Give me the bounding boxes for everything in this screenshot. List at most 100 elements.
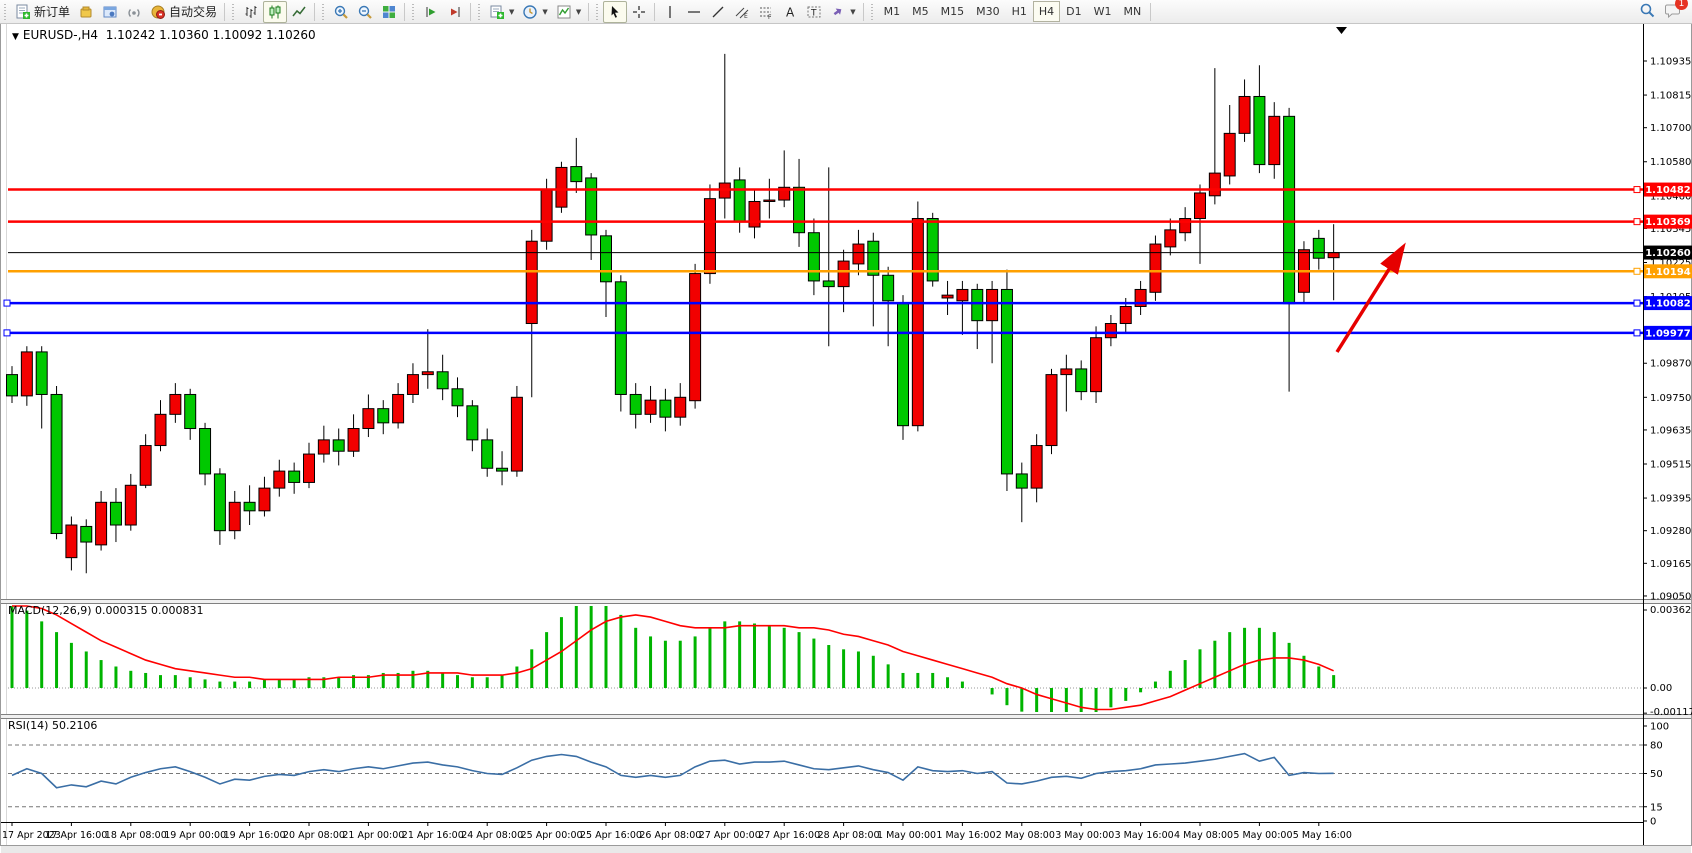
candle-body <box>1313 238 1324 258</box>
candle-body <box>957 289 968 300</box>
candle-body <box>244 502 255 511</box>
candlestick-button[interactable] <box>263 1 287 23</box>
timeframe-w1-button[interactable]: W1 <box>1088 1 1118 22</box>
line-handle[interactable] <box>1634 300 1640 306</box>
crosshair-icon <box>631 4 647 20</box>
line-handle[interactable] <box>1634 187 1640 193</box>
timeframe-h1-button[interactable]: H1 <box>1006 1 1033 22</box>
chevron-down-icon[interactable]: ▼ <box>509 8 514 16</box>
market-watch-button[interactable] <box>74 1 98 23</box>
zoom-in-button[interactable] <box>329 1 353 23</box>
bar-chart-button[interactable] <box>239 1 263 23</box>
chart-shift-button[interactable] <box>443 1 467 23</box>
candle-body <box>1016 474 1027 488</box>
vertical-line-button[interactable] <box>658 1 682 23</box>
tile-windows-button[interactable] <box>377 1 401 23</box>
trendline-button[interactable] <box>706 1 730 23</box>
toolbar-separator <box>470 3 471 21</box>
application-window: { "toolbar": { "groups": [ {"items": [ {… <box>0 0 1692 853</box>
timeframe-m30-button[interactable]: M30 <box>970 1 1006 22</box>
candle-body <box>140 446 151 486</box>
candle-body <box>942 295 953 298</box>
time-axis-label: 18 Apr 08:00 <box>105 830 167 841</box>
template-button[interactable]: ▼ <box>552 1 585 23</box>
price-tick-label: 1.09280 <box>1650 526 1691 537</box>
chevron-down-icon[interactable]: ▼ <box>542 8 547 16</box>
signal-icon <box>126 4 142 20</box>
line-handle[interactable] <box>1634 219 1640 225</box>
text-label-button[interactable]: T <box>802 1 826 23</box>
chevron-down-icon[interactable]: ▼ <box>850 8 855 16</box>
timeframe-mn-button[interactable]: MN <box>1118 1 1148 22</box>
candle-body <box>1150 244 1161 292</box>
candle-body <box>497 468 508 471</box>
timeframe-m1-button[interactable]: M1 <box>878 1 907 22</box>
new-order-button[interactable]: 新订单 <box>11 1 74 23</box>
new-order-button-label: 新订单 <box>34 3 70 20</box>
crosshair-button[interactable] <box>627 1 651 23</box>
cursor-button[interactable] <box>603 1 627 23</box>
signals-button[interactable] <box>122 1 146 23</box>
fibonacci-button[interactable]: F <box>754 1 778 23</box>
toolbar-grip[interactable] <box>2 4 9 20</box>
toolbar-separator <box>863 3 864 21</box>
toolbar-grip[interactable] <box>594 4 601 20</box>
period-icon <box>522 4 538 20</box>
candle-body <box>1046 375 1057 446</box>
price-tick-label: 1.09870 <box>1650 359 1691 370</box>
line-handle[interactable] <box>4 300 10 306</box>
community-button[interactable]: 1 <box>1664 2 1682 21</box>
candle-body <box>1284 116 1295 303</box>
toolbar-grip[interactable] <box>320 4 327 20</box>
candle-body <box>883 275 894 301</box>
price-line-label: 1.10194 <box>1645 267 1691 278</box>
candle-body <box>452 389 463 406</box>
candle-body <box>898 304 909 426</box>
candle-body <box>437 372 448 389</box>
horizontal-line-button[interactable] <box>682 1 706 23</box>
candle-body <box>170 394 181 414</box>
candle-body <box>764 200 775 201</box>
line-handle[interactable] <box>1634 330 1640 336</box>
chevron-down-icon[interactable]: ▼ <box>576 8 581 16</box>
candle-body <box>586 178 597 235</box>
line-handle[interactable] <box>1634 268 1640 274</box>
svg-text:T: T <box>810 8 817 18</box>
chart-canvas[interactable]: 1.109351.108151.107001.105801.104601.103… <box>0 0 1692 853</box>
time-axis-label: 1 May 16:00 <box>936 830 995 841</box>
candle-body <box>36 352 47 395</box>
timeframe-m15-button[interactable]: M15 <box>935 1 971 22</box>
candle-body <box>1091 338 1102 392</box>
new-chart-button[interactable]: ▼ <box>485 1 518 23</box>
candle-body <box>422 372 433 375</box>
time-axis-label: 26 Apr 08:00 <box>639 830 701 841</box>
time-axis-label: 24 Apr 08:00 <box>461 830 523 841</box>
text-icon: A <box>782 4 798 20</box>
toolbar: 新订单 自动交易 ▼ ▼ ▼ EFA T ▼ M1M5M15M30H1H4D1W1MN 1 <box>0 0 1692 24</box>
auto-trading-icon <box>150 4 166 20</box>
auto-trading-button[interactable]: 自动交易 <box>146 1 221 23</box>
toolbar-grip[interactable] <box>230 4 237 20</box>
candle-body <box>318 440 329 454</box>
candle-body <box>304 454 315 482</box>
toolbar-grip[interactable] <box>410 4 417 20</box>
auto-scroll-button[interactable] <box>419 1 443 23</box>
zoom-out-button[interactable] <box>353 1 377 23</box>
candle-body <box>81 526 92 542</box>
arrows-button[interactable]: ▼ <box>826 1 859 23</box>
toolbar-grip[interactable] <box>476 4 483 20</box>
indicators-icon <box>556 4 572 20</box>
search-button[interactable] <box>1639 2 1656 22</box>
timeframe-m5-button[interactable]: M5 <box>906 1 935 22</box>
timeframe-h4-button[interactable]: H4 <box>1033 1 1060 22</box>
line-handle[interactable] <box>4 330 10 336</box>
periods-button[interactable]: ▼ <box>518 1 551 23</box>
toolbar-grip[interactable] <box>869 4 876 20</box>
time-axis-label: 17 Apr 16:00 <box>45 830 107 841</box>
candle-body <box>482 440 493 468</box>
timeframe-d1-button[interactable]: D1 <box>1060 1 1087 22</box>
equidistant-channel-button[interactable]: E <box>730 1 754 23</box>
line-chart-button[interactable] <box>287 1 311 23</box>
data-window-button[interactable] <box>98 1 122 23</box>
text-button[interactable]: A <box>778 1 802 23</box>
